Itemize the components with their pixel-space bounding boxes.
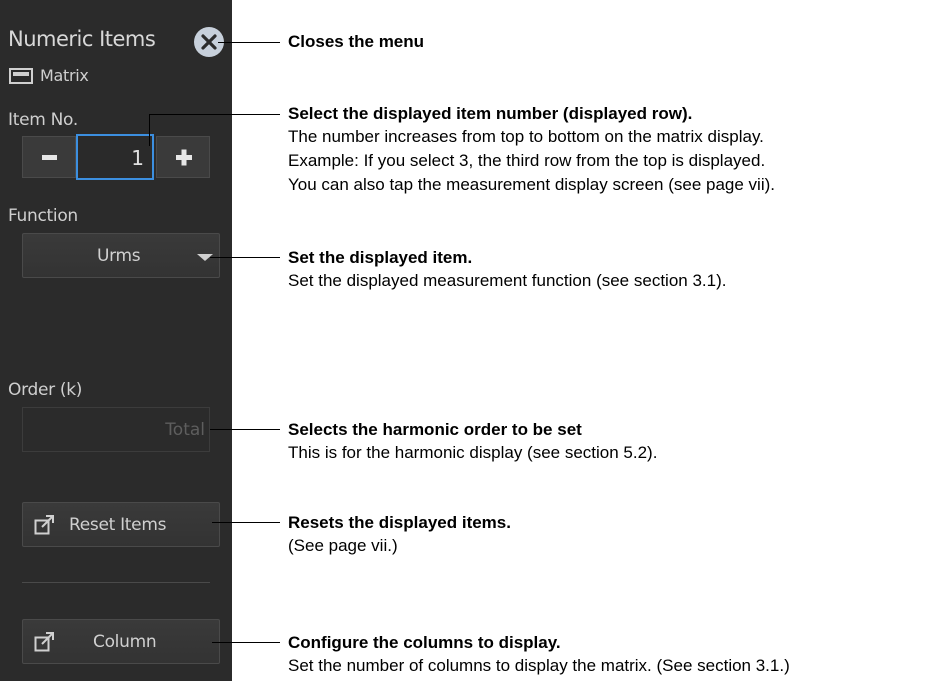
- item-no-value: 1: [131, 146, 144, 170]
- annotation-function-line-1: Set the displayed measurement function (…: [288, 271, 727, 290]
- leader-line-close: [218, 42, 280, 43]
- annotation-order-line-1: This is for the harmonic display (see se…: [288, 443, 658, 462]
- leader-line-reset: [212, 522, 280, 523]
- annotation-close-title: Closes the menu: [288, 32, 425, 51]
- divider: [22, 582, 210, 583]
- order-label: Order (k): [8, 380, 83, 400]
- annotation-order-title: Selects the harmonic order to be set: [288, 420, 582, 439]
- reset-items-label: Reset Items: [69, 515, 167, 535]
- matrix-icon: [9, 68, 33, 84]
- annotation-item-no-line-1: The number increases from top to bottom …: [288, 127, 764, 146]
- leader-line-item-no: [149, 114, 280, 115]
- annotation-column-title: Configure the columns to display.: [288, 633, 561, 652]
- leader-line-item-no-drop: [149, 114, 150, 146]
- external-link-icon: [34, 515, 54, 535]
- reset-items-button[interactable]: Reset Items: [22, 502, 220, 547]
- panel-title: Numeric Items: [8, 27, 156, 51]
- dropdown-arrow-icon: [197, 254, 213, 261]
- mode-label: Matrix: [40, 66, 89, 85]
- annotation-reset-title: Resets the displayed items.: [288, 513, 511, 532]
- annotation-function-title: Set the displayed item.: [288, 248, 473, 267]
- annotation-reset-line-1: (See page vii.): [288, 536, 398, 555]
- leader-line-function: [210, 257, 280, 258]
- leader-line-column: [212, 642, 280, 643]
- external-link-icon: [34, 632, 54, 652]
- decrement-button[interactable]: [22, 136, 76, 178]
- function-dropdown[interactable]: Urms: [22, 233, 220, 278]
- increment-button[interactable]: [156, 136, 210, 178]
- leader-line-order: [210, 429, 280, 430]
- annotation-item-no-title: Select the displayed item number (displa…: [288, 104, 693, 123]
- item-no-label: Item No.: [8, 110, 78, 130]
- function-label: Function: [8, 206, 78, 226]
- order-value: Total: [165, 420, 205, 440]
- numeric-items-panel: Numeric Items Matrix Item No. 1 Function…: [0, 0, 232, 681]
- order-field: Total: [22, 407, 210, 452]
- item-no-field[interactable]: 1: [76, 134, 154, 180]
- plus-icon: [176, 149, 192, 166]
- minus-icon: [42, 155, 57, 160]
- function-value: Urms: [97, 246, 141, 266]
- annotation-item-no-line-2: Example: If you select 3, the third row …: [288, 151, 766, 170]
- column-label: Column: [93, 632, 157, 652]
- annotation-column-line-1: Set the number of columns to display the…: [288, 656, 790, 675]
- column-button[interactable]: Column: [22, 619, 220, 664]
- annotation-item-no-line-3: You can also tap the measurement display…: [288, 175, 775, 194]
